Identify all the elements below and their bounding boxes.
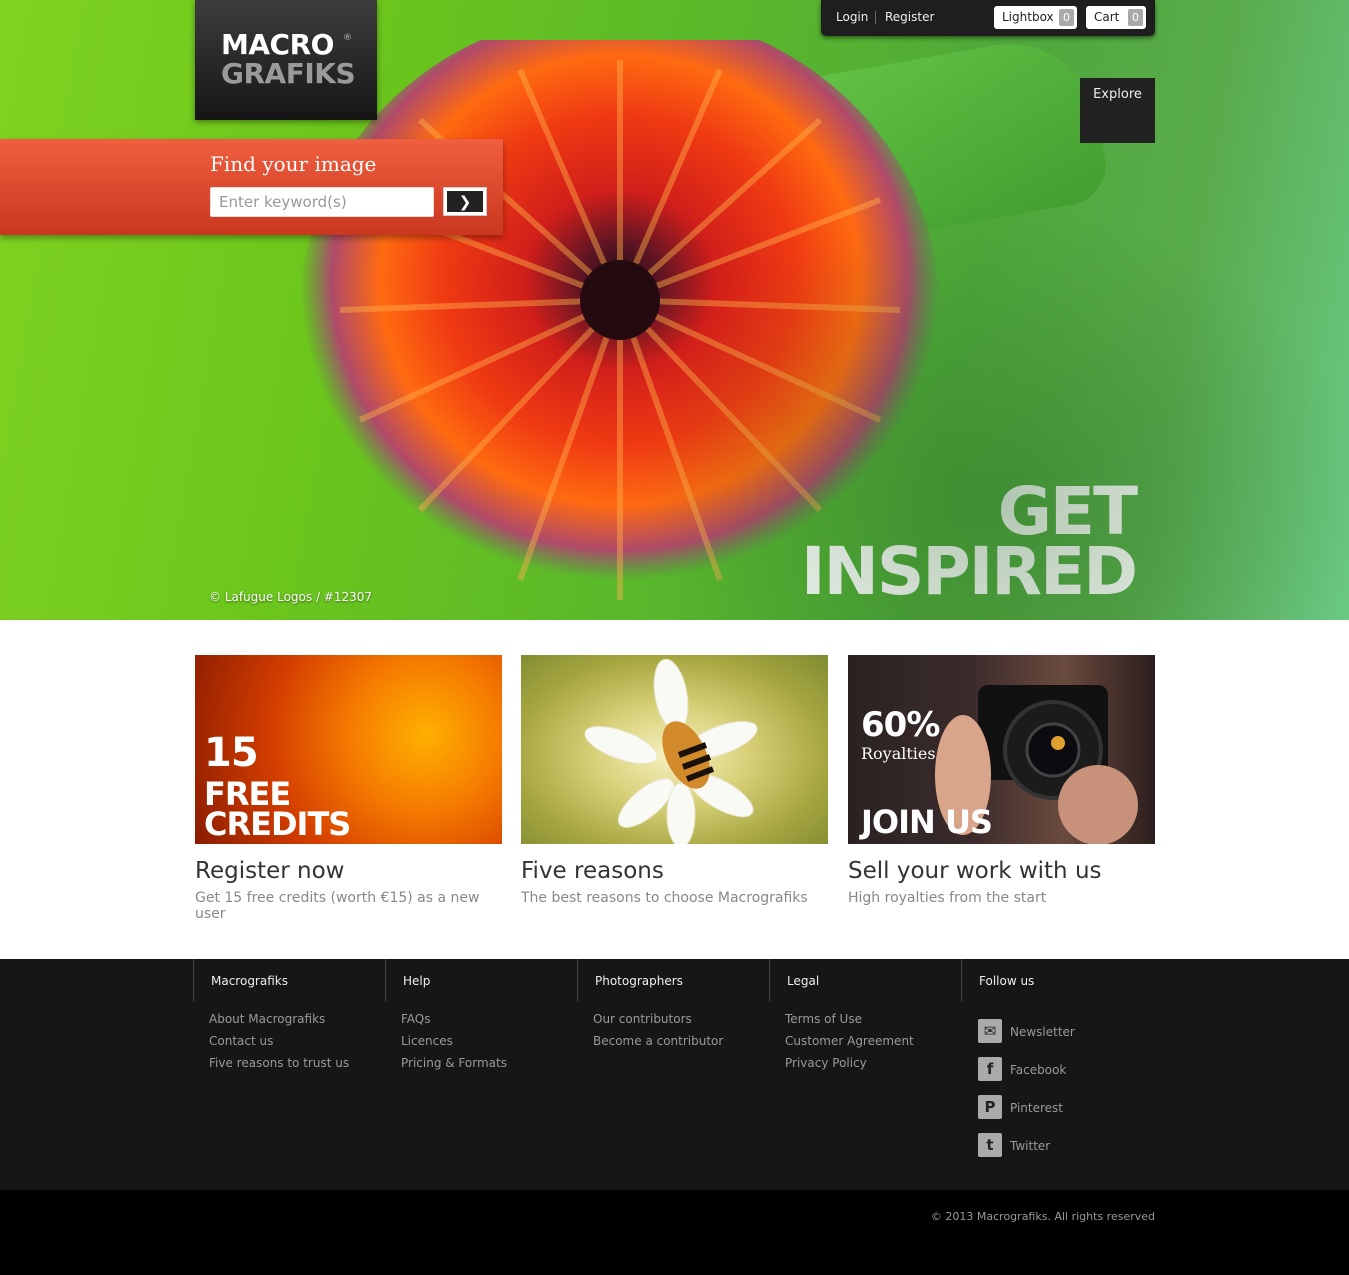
divider — [875, 11, 876, 24]
footer-heading: Photographers — [577, 959, 769, 1002]
cart-count-badge: 0 — [1128, 9, 1143, 26]
cart-button[interactable]: Cart 0 — [1086, 6, 1146, 29]
card-overlay-royalties: Royalties — [861, 744, 936, 763]
card-overlay-line3: CREDITS — [204, 805, 351, 843]
footer-column-legal: Legal Terms of Use Customer Agreement Pr… — [769, 959, 961, 1190]
feature-section: 15 FREE CREDITS Register now Get 15 free… — [0, 620, 1349, 959]
register-link[interactable]: Register — [885, 10, 934, 24]
social-label: Pinterest — [1010, 1101, 1064, 1115]
footer-link[interactable]: Five reasons to trust us — [209, 1056, 385, 1078]
card-overlay-number: 15 — [204, 730, 259, 776]
copyright-text: © 2013 Macrografiks. All rights reserved — [930, 1210, 1155, 1223]
envelope-icon: ✉ — [978, 1019, 1002, 1043]
footer-link[interactable]: Our contributors — [593, 1012, 769, 1034]
explore-button[interactable]: Explore — [1080, 78, 1155, 143]
photo-credit: © Lafugue Logos / #12307 — [209, 590, 373, 604]
cart-label: Cart — [1094, 10, 1120, 24]
footer-link[interactable]: Pricing & Formats — [401, 1056, 577, 1078]
lightbox-button[interactable]: Lightbox 0 — [994, 6, 1077, 29]
search-title: Find your image — [210, 152, 377, 176]
card-title[interactable]: Five reasons — [521, 858, 828, 884]
footer-link[interactable]: Licences — [401, 1034, 577, 1056]
card-title[interactable]: Sell your work with us — [848, 858, 1155, 884]
hero-headline: GET INSPIRED — [801, 479, 1138, 610]
feature-card-reasons[interactable]: Five reasons The best reasons to choose … — [521, 655, 828, 906]
social-label: Facebook — [1010, 1063, 1067, 1077]
search-panel: Find your image ❯ — [0, 139, 503, 235]
footer-link[interactable]: Privacy Policy — [785, 1056, 961, 1078]
footer-heading: Macrografiks — [193, 959, 385, 1002]
twitter-icon: t — [978, 1133, 1002, 1157]
chevron-right-icon: ❯ — [447, 191, 483, 212]
card-image-bee[interactable] — [521, 655, 828, 844]
footer-column-photographers: Photographers Our contributors Become a … — [577, 959, 769, 1190]
card-image-camera[interactable]: 60% Royalties JOIN US — [848, 655, 1155, 844]
search-input[interactable] — [210, 187, 434, 217]
card-overlay-join: JOIN US — [861, 803, 993, 841]
feature-card-sell[interactable]: 60% Royalties JOIN US Sell your work wit… — [848, 655, 1155, 906]
logo-registered-mark: ® — [343, 33, 352, 43]
pinterest-icon: P — [978, 1095, 1002, 1119]
footer-link[interactable]: Contact us — [209, 1034, 385, 1056]
card-subtitle: Get 15 free credits (worth €15) as a new… — [195, 890, 480, 922]
footer-column-macrografiks: Macrografiks About Macrografiks Contact … — [193, 959, 385, 1190]
copyright-bar: © 2013 Macrografiks. All rights reserved — [0, 1190, 1349, 1275]
footer-link[interactable]: Customer Agreement — [785, 1034, 961, 1056]
footer-column-help: Help FAQs Licences Pricing & Formats — [385, 959, 577, 1190]
facebook-icon: f — [978, 1057, 1002, 1081]
social-label: Newsletter — [1010, 1025, 1075, 1039]
feature-card-register[interactable]: 15 FREE CREDITS Register now Get 15 free… — [195, 655, 502, 922]
footer-column-follow: Follow us ✉ Newsletter f Facebook P Pint… — [961, 959, 1153, 1190]
footer-heading: Legal — [769, 959, 961, 1002]
twitter-link[interactable]: t Twitter — [978, 1133, 1153, 1176]
login-link[interactable]: Login — [836, 10, 868, 24]
footer-link[interactable]: About Macrografiks — [209, 1012, 385, 1034]
site-footer: Macrografiks About Macrografiks Contact … — [0, 959, 1349, 1190]
facebook-link[interactable]: f Facebook — [978, 1057, 1153, 1100]
lightbox-count-badge: 0 — [1059, 9, 1074, 26]
footer-link[interactable]: Become a contributor — [593, 1034, 769, 1056]
account-bar: Login Register Lightbox 0 Cart 0 — [821, 0, 1155, 36]
search-submit-button[interactable]: ❯ — [443, 187, 487, 216]
site-logo[interactable]: MACRO ® GRAFIKS — [195, 0, 377, 120]
bee-flower-illustration — [584, 658, 758, 844]
footer-link[interactable]: Terms of Use — [785, 1012, 961, 1034]
card-subtitle: The best reasons to choose Macrografiks — [521, 890, 808, 906]
social-label: Twitter — [1010, 1139, 1051, 1153]
card-title[interactable]: Register now — [195, 858, 502, 884]
pinterest-link[interactable]: P Pinterest — [978, 1095, 1153, 1138]
newsletter-link[interactable]: ✉ Newsletter — [978, 1019, 1153, 1062]
footer-heading: Follow us — [961, 959, 1153, 1002]
card-subtitle: High royalties from the start — [848, 890, 1047, 906]
hero-banner: MACRO ® GRAFIKS Login Register Lightbox … — [0, 0, 1349, 620]
footer-heading: Help — [385, 959, 577, 1002]
lightbox-label: Lightbox — [1002, 10, 1054, 24]
headline-line2: INSPIRED — [801, 533, 1138, 610]
logo-line2: GRAFIKS — [221, 57, 356, 90]
footer-link[interactable]: FAQs — [401, 1012, 577, 1034]
card-image-flower[interactable]: 15 FREE CREDITS — [195, 655, 502, 844]
card-overlay-percent: 60% — [861, 705, 940, 745]
logo-line1: MACRO — [221, 28, 334, 61]
